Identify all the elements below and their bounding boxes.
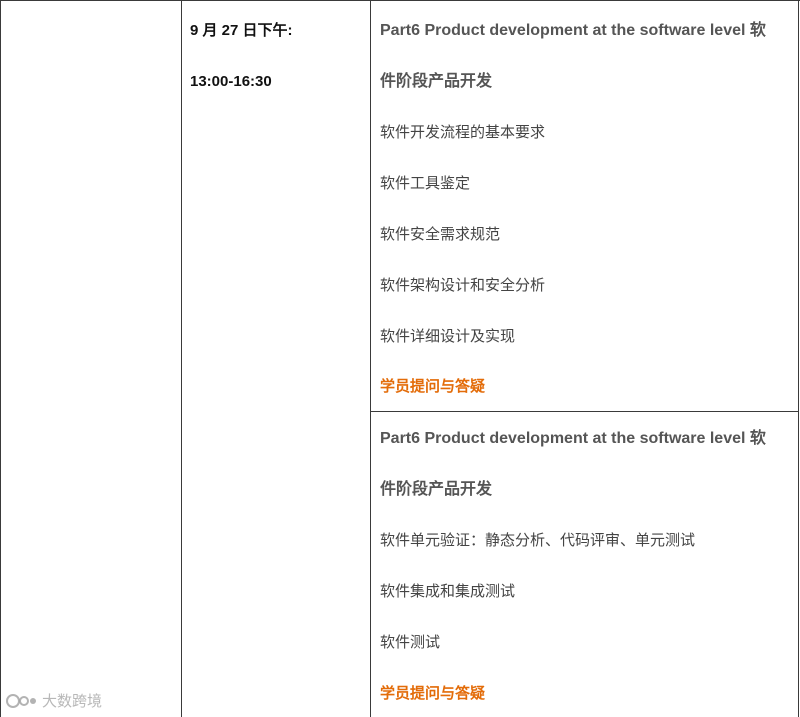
- section1-item: 软件详细设计及实现: [380, 328, 516, 345]
- table-top-border: [0, 0, 800, 1]
- section2-qa-label: 学员提问与答疑: [380, 685, 486, 702]
- section2-item: 软件测试: [380, 634, 441, 651]
- table-right-border: [798, 0, 799, 717]
- section2-heading-line2: 件阶段产品开发: [380, 481, 493, 498]
- watermark-text: 大数跨境: [42, 693, 103, 710]
- schedule-time: 13:00-16:30: [190, 73, 272, 90]
- section1-item: 软件安全需求规范: [380, 226, 501, 243]
- column-divider-2: [370, 0, 371, 717]
- table-left-border: [0, 0, 1, 717]
- section1-item: 软件开发流程的基本要求: [380, 124, 546, 141]
- watermark: 大数跨境: [6, 690, 102, 711]
- schedule-date: 9 月 27 日下午:: [190, 22, 293, 39]
- section2-item: 软件集成和集成测试: [380, 583, 516, 600]
- row-divider: [370, 411, 799, 412]
- section1-heading-line2: 件阶段产品开发: [380, 73, 493, 90]
- column-divider-1: [181, 0, 182, 717]
- section2-heading-line1: Part6 Product development at the softwar…: [380, 430, 766, 447]
- section2-item: 软件单元验证：静态分析、代码评审、单元测试: [380, 532, 696, 549]
- document-page: 9 月 27 日下午: 13:00-16:30 Part6 Product de…: [0, 0, 800, 717]
- section1-item: 软件架构设计和安全分析: [380, 277, 546, 294]
- logo-icon: [6, 692, 38, 710]
- section1-qa-label: 学员提问与答疑: [380, 378, 486, 395]
- section1-heading-line1: Part6 Product development at the softwar…: [380, 22, 766, 39]
- section1-item: 软件工具鉴定: [380, 175, 471, 192]
